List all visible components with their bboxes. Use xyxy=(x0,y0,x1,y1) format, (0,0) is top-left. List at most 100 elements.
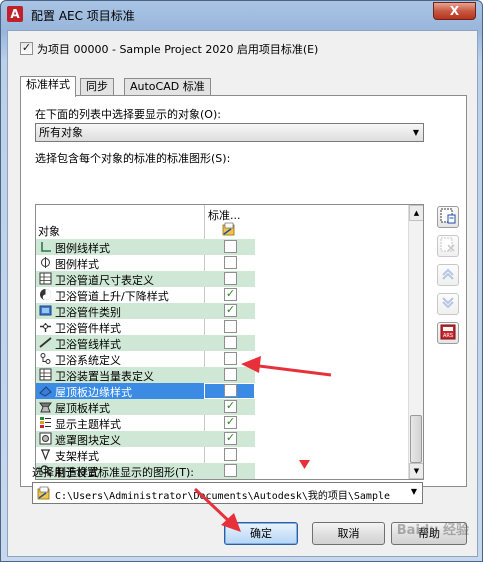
row-object-name: 显示主题样式 xyxy=(55,418,121,431)
standard-checkbox[interactable] xyxy=(224,368,237,381)
report-icon: ARS xyxy=(440,324,456,340)
drawing-file-icon xyxy=(222,222,235,236)
table-row[interactable]: 屋顶板边缘样式 xyxy=(36,383,255,399)
table-row[interactable]: 卫浴管件类别 ✓ xyxy=(36,303,255,319)
autocad-app-icon: A xyxy=(7,6,23,22)
dialog-client-area: ✓ 为项目 00000 - Sample Project 2020 启用项目标准… xyxy=(7,30,478,557)
table-row[interactable]: 屋顶板样式 ✓ xyxy=(36,399,255,415)
table-icon xyxy=(39,272,52,285)
row-object-name: 屋顶板边缘样式 xyxy=(55,386,132,399)
standard-checkbox[interactable] xyxy=(224,464,237,477)
standard-checkbox[interactable]: ✓ xyxy=(224,432,237,445)
enable-standards-checkbox[interactable]: ✓ xyxy=(20,42,33,55)
row-object-name: 图例样式 xyxy=(55,258,99,271)
grid-vertical-scrollbar[interactable]: ▲ ▼ xyxy=(408,205,423,479)
window-title: 配置 AEC 项目标准 xyxy=(31,9,135,23)
move-down-icon xyxy=(442,297,454,309)
tab-synchronize[interactable]: 同步 xyxy=(80,78,114,96)
standard-checkbox[interactable] xyxy=(224,272,237,285)
theme-icon xyxy=(40,417,51,428)
table-row[interactable]: 卫浴管道上升/下降样式 ✓ xyxy=(36,287,255,303)
report-button[interactable]: ARS xyxy=(437,322,459,344)
enable-standards-label: 为项目 00000 - Sample Project 2020 启用项目标准(E… xyxy=(37,43,319,56)
roof-edge-icon xyxy=(39,386,52,397)
fitting-category-icon xyxy=(39,305,52,316)
legend-line-icon xyxy=(41,242,51,252)
table-row[interactable]: 支架样式 xyxy=(36,447,255,463)
standard-checkbox[interactable]: ✓ xyxy=(224,416,237,429)
move-up-button[interactable] xyxy=(437,264,459,286)
fitting-style-icon xyxy=(40,323,51,332)
object-type-dropdown[interactable]: 所有对象 ▼ xyxy=(35,123,424,142)
tab-autocad-standards[interactable]: AutoCAD 标准 xyxy=(124,78,211,96)
table-icon xyxy=(39,368,52,381)
path-select-label: 选择用于设置标准显示的图形(T): xyxy=(32,466,195,479)
standard-checkbox[interactable] xyxy=(224,256,237,269)
row-object-name: 卫浴管线样式 xyxy=(55,338,121,351)
row-object-name: 卫浴管件样式 xyxy=(55,322,121,335)
scrollbar-thumb[interactable] xyxy=(410,415,422,463)
standards-grid: 对象 标准... 图例线样式 图例样式 卫浴管道尺寸表定义 卫浴管道上升/下降样式 ✓ 卫… xyxy=(35,204,424,480)
standard-drawing-dropdown[interactable]: C:\Users\Administrator\Documents\Autodes… xyxy=(32,482,423,504)
standard-checkbox[interactable] xyxy=(224,336,237,349)
title-bar[interactable]: A 配置 AEC 项目标准 X xyxy=(1,1,482,29)
tab-standard-styles[interactable]: 标准样式 xyxy=(20,76,76,97)
row-object-name: 屋顶板样式 xyxy=(55,402,110,415)
remove-drawing-button[interactable] xyxy=(437,235,459,257)
object-type-value: 所有对象 xyxy=(39,126,83,139)
table-row[interactable]: 卫浴管线样式 xyxy=(36,335,255,351)
row-object-name: 支架样式 xyxy=(55,450,99,463)
move-down-button[interactable] xyxy=(437,293,459,315)
drawing-file-icon xyxy=(37,486,50,500)
grid-label: 选择包含每个对象的标准的标准图形(S): xyxy=(35,152,231,165)
standard-checkbox[interactable] xyxy=(224,352,237,365)
watermark: Baidu 经验 xyxy=(396,523,469,538)
mask-block-icon xyxy=(39,432,52,445)
standard-checkbox[interactable]: ✓ xyxy=(224,400,237,413)
legend-icon xyxy=(41,257,50,268)
table-row[interactable]: 显示主题样式 ✓ xyxy=(36,415,255,431)
standard-checkbox[interactable] xyxy=(224,448,237,461)
table-row[interactable]: 卫浴装置当量表定义 xyxy=(36,367,255,383)
table-row[interactable]: 卫浴管道尺寸表定义 xyxy=(36,271,255,287)
remove-file-icon xyxy=(440,237,455,252)
table-row[interactable]: 卫浴管件样式 xyxy=(36,319,255,335)
standard-checkbox[interactable] xyxy=(224,320,237,333)
dropdown-arrow-icon: ▼ xyxy=(412,128,419,137)
scroll-up-icon[interactable]: ▲ xyxy=(409,205,423,221)
roof-slab-icon xyxy=(39,402,52,413)
column-header-object[interactable]: 对象 xyxy=(38,223,60,239)
close-button[interactable]: X xyxy=(433,2,476,20)
table-row[interactable]: 图例线样式 xyxy=(36,239,255,255)
move-up-icon xyxy=(442,268,454,280)
row-object-name: 图例线样式 xyxy=(55,242,110,255)
grid-content: 对象 标准... 图例线样式 图例样式 卫浴管道尺寸表定义 卫浴管道上升/下降样式 ✓ 卫… xyxy=(36,205,408,479)
row-object-name: 遮罩图块定义 xyxy=(55,434,121,447)
rise-drop-icon xyxy=(40,289,51,300)
table-row[interactable]: 图例样式 xyxy=(36,255,255,271)
dropdown-arrow-icon: ▼ xyxy=(410,487,417,496)
standard-styles-panel: 在下面的列表中选择要显示的对象(O): 所有对象 ▼ 选择包含每个对象的标准的标… xyxy=(20,95,467,487)
standard-drawing-path: C:\Users\Administrator\Documents\Autodes… xyxy=(55,491,391,502)
add-drawing-button[interactable] xyxy=(437,206,459,228)
cancel-button[interactable]: 取消 xyxy=(312,522,385,545)
system-icon xyxy=(40,353,51,364)
object-select-label: 在下面的列表中选择要显示的对象(O): xyxy=(35,108,221,121)
row-object-name: 卫浴装置当量表定义 xyxy=(55,370,154,383)
standard-checkbox[interactable]: ✓ xyxy=(224,288,237,301)
column-header-standard[interactable]: 标准... xyxy=(208,207,241,223)
pipe-line-icon xyxy=(39,337,52,348)
row-object-name: 卫浴系统定义 xyxy=(55,354,121,367)
standard-checkbox[interactable] xyxy=(224,240,237,253)
table-row[interactable]: 卫浴系统定义 xyxy=(36,351,255,367)
svg-text:ARS: ARS xyxy=(443,333,453,339)
table-row[interactable]: 遮罩图块定义 ✓ xyxy=(36,431,255,447)
row-object-name: 卫浴管道上升/下降样式 xyxy=(55,290,169,303)
add-file-icon xyxy=(440,208,456,224)
scroll-down-icon[interactable]: ▼ xyxy=(409,463,423,479)
standard-checkbox[interactable]: ✓ xyxy=(224,304,237,317)
standard-checkbox[interactable] xyxy=(224,384,237,397)
ok-button[interactable]: 确定 xyxy=(224,522,298,545)
row-object-name: 卫浴管道尺寸表定义 xyxy=(55,274,154,287)
config-standards-dialog: A 配置 AEC 项目标准 X ✓ 为项目 00000 - Sample Pro… xyxy=(0,0,483,562)
